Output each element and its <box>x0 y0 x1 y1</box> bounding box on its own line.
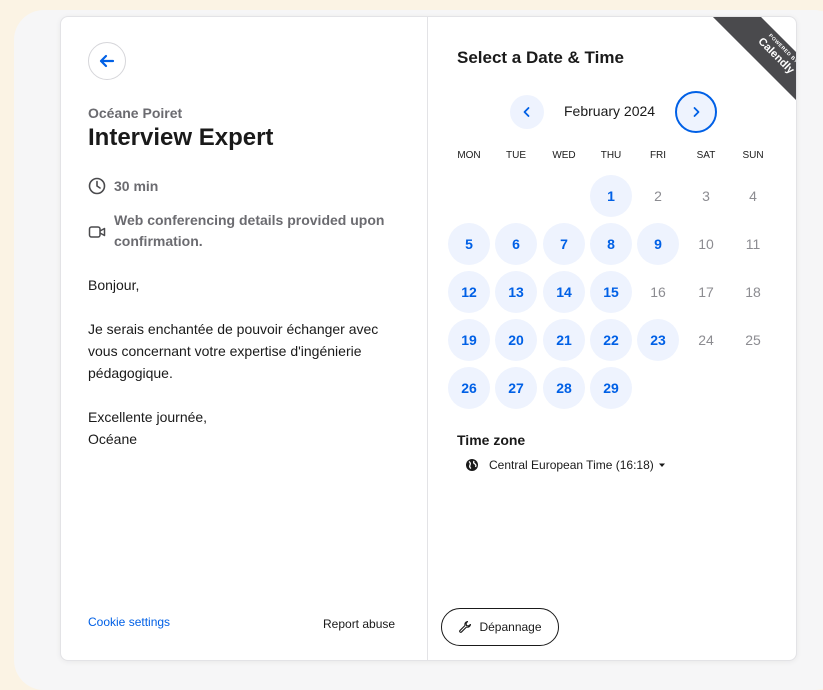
calendar-day-available[interactable]: 21 <box>543 319 585 361</box>
calendar-day-unavailable: 17 <box>698 284 714 300</box>
event-description: Bonjour, Je serais enchantée de pouvoir … <box>88 274 408 472</box>
calendar-day-unavailable: 3 <box>702 188 710 204</box>
duration-label: 30 min <box>114 178 159 194</box>
cookie-settings-link[interactable]: Cookie settings <box>88 615 170 629</box>
calendar-day-unavailable: 24 <box>698 332 714 348</box>
arrow-left-icon <box>99 54 115 68</box>
calendar-day-unavailable: 4 <box>749 188 757 204</box>
host-name: Océane Poiret <box>88 105 183 121</box>
calendar-day-unavailable: 10 <box>698 236 714 252</box>
calendly-ribbon: POWERED BY Calendly <box>710 17 796 122</box>
date-time-panel: Select a Date & Time February 2024 MON TU… <box>428 17 796 660</box>
calendar-day-available[interactable]: 26 <box>448 367 490 409</box>
weekday-header: THU <box>600 150 622 161</box>
scheduling-card: Océane Poiret Interview Expert 30 min We… <box>60 16 797 661</box>
calendar-day-available[interactable]: 13 <box>495 271 537 313</box>
calendar-day-available[interactable]: 5 <box>448 223 490 265</box>
description-paragraph: Bonjour, <box>88 277 140 293</box>
calendar-day-available[interactable]: 29 <box>590 367 632 409</box>
conferencing-label: Web conferencing details provided upon c… <box>114 212 385 249</box>
calendar-day-unavailable: 25 <box>745 332 761 348</box>
weekday-header: SAT <box>696 150 716 161</box>
caret-down-icon <box>658 463 665 467</box>
timezone-value: Central European Time (16:18) <box>489 458 654 472</box>
calendar-day-unavailable: 2 <box>654 188 662 204</box>
troubleshoot-button[interactable]: Dépannage <box>441 608 559 646</box>
calendar-day-available[interactable]: 23 <box>637 319 679 361</box>
calendar-day-available[interactable]: 12 <box>448 271 490 313</box>
globe-icon <box>466 459 478 471</box>
calendar-day-available[interactable]: 8 <box>590 223 632 265</box>
powered-by-badge[interactable]: POWERED BY Calendly <box>686 17 796 127</box>
weekday-header: SUN <box>742 150 764 161</box>
weekday-header: TUE <box>506 150 526 161</box>
video-camera-icon <box>88 226 106 238</box>
report-abuse-link[interactable]: Report abuse <box>323 617 395 631</box>
calendar-day-available[interactable]: 6 <box>495 223 537 265</box>
event-conferencing: Web conferencing details provided upon c… <box>88 210 398 252</box>
calendar-day-available[interactable]: 19 <box>448 319 490 361</box>
weekday-header: MON <box>457 150 481 161</box>
calendar-day-available[interactable]: 28 <box>543 367 585 409</box>
calendar-day-available[interactable]: 9 <box>637 223 679 265</box>
calendly-logo: Calendly <box>755 35 796 77</box>
timezone-label: Time zone <box>457 432 526 448</box>
event-details-panel: Océane Poiret Interview Expert 30 min We… <box>61 17 428 660</box>
calendar-day-available[interactable]: 22 <box>590 319 632 361</box>
event-duration: 30 min <box>88 177 158 195</box>
weekday-header: FRI <box>649 150 667 161</box>
chevron-left-icon <box>523 107 530 117</box>
calendar-day-unavailable: 16 <box>650 284 666 300</box>
back-button[interactable] <box>88 42 126 80</box>
description-paragraph: Excellente journée, Océane <box>88 409 208 447</box>
calendar-day-available[interactable]: 15 <box>590 271 632 313</box>
weekday-header: WED <box>552 150 576 161</box>
clock-icon <box>88 177 106 195</box>
calendar-day-available[interactable]: 20 <box>495 319 537 361</box>
calendar-day-available[interactable]: 14 <box>543 271 585 313</box>
calendar-day-available[interactable]: 7 <box>543 223 585 265</box>
timezone-selector[interactable]: Central European Time (16:18) <box>465 458 667 472</box>
calendar-day-available[interactable]: 1 <box>590 175 632 217</box>
event-title: Interview Expert <box>88 124 274 151</box>
calendar-day-unavailable: 11 <box>745 236 761 252</box>
description-paragraph: Je serais enchantée de pouvoir échanger … <box>88 321 379 381</box>
month-label: February 2024 <box>564 103 656 119</box>
calendar-day-available[interactable]: 27 <box>495 367 537 409</box>
wrench-icon <box>459 620 472 633</box>
calendar-heading: Select a Date & Time <box>457 48 624 67</box>
previous-month-button[interactable] <box>510 95 544 129</box>
troubleshoot-label: Dépannage <box>479 620 542 634</box>
calendar-day-unavailable: 18 <box>745 284 761 300</box>
